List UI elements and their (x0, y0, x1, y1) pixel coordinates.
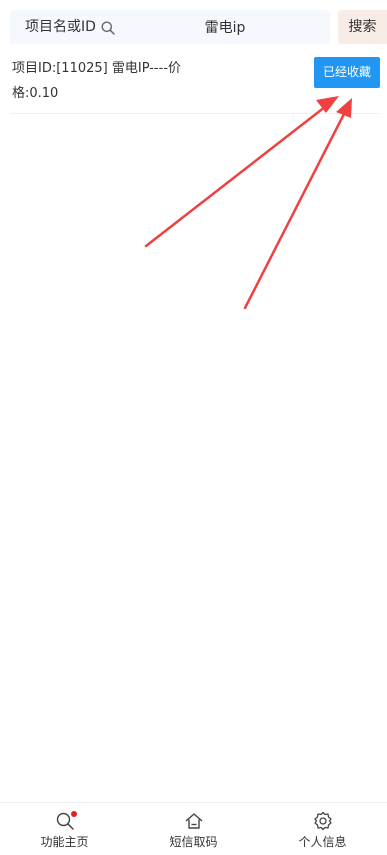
project-info: 项目ID:[11025] 雷电IP----价格:0.10 (12, 61, 182, 101)
gear-icon (313, 811, 332, 831)
tab-label: 短信取码 (169, 835, 218, 849)
notification-badge (71, 811, 77, 817)
annotation-arrows (144, 96, 352, 310)
bottom-tabbar: 功能主页 短信取码 个人信息 (0, 802, 387, 855)
tab-profile[interactable]: 个人信息 (258, 803, 387, 855)
search-bar: 项目名或ID (10, 10, 330, 44)
search-label: 项目名或ID (25, 19, 96, 35)
arrow-annotation (144, 96, 339, 248)
favorited-button[interactable]: 已经收藏 (314, 57, 380, 88)
home-icon (185, 813, 202, 829)
search-icon (101, 20, 115, 35)
tab-label: 个人信息 (298, 835, 347, 849)
tab-label: 功能主页 (40, 835, 89, 849)
tab-home[interactable]: 功能主页 (0, 803, 129, 855)
arrow-annotation (243, 98, 352, 310)
list-item: 项目ID:[11025] 雷电IP----价格:0.10 已经收藏 (10, 52, 380, 114)
search-input[interactable] (125, 10, 325, 44)
tab-sms[interactable]: 短信取码 (129, 803, 258, 855)
search-button[interactable]: 搜索 (338, 10, 387, 44)
